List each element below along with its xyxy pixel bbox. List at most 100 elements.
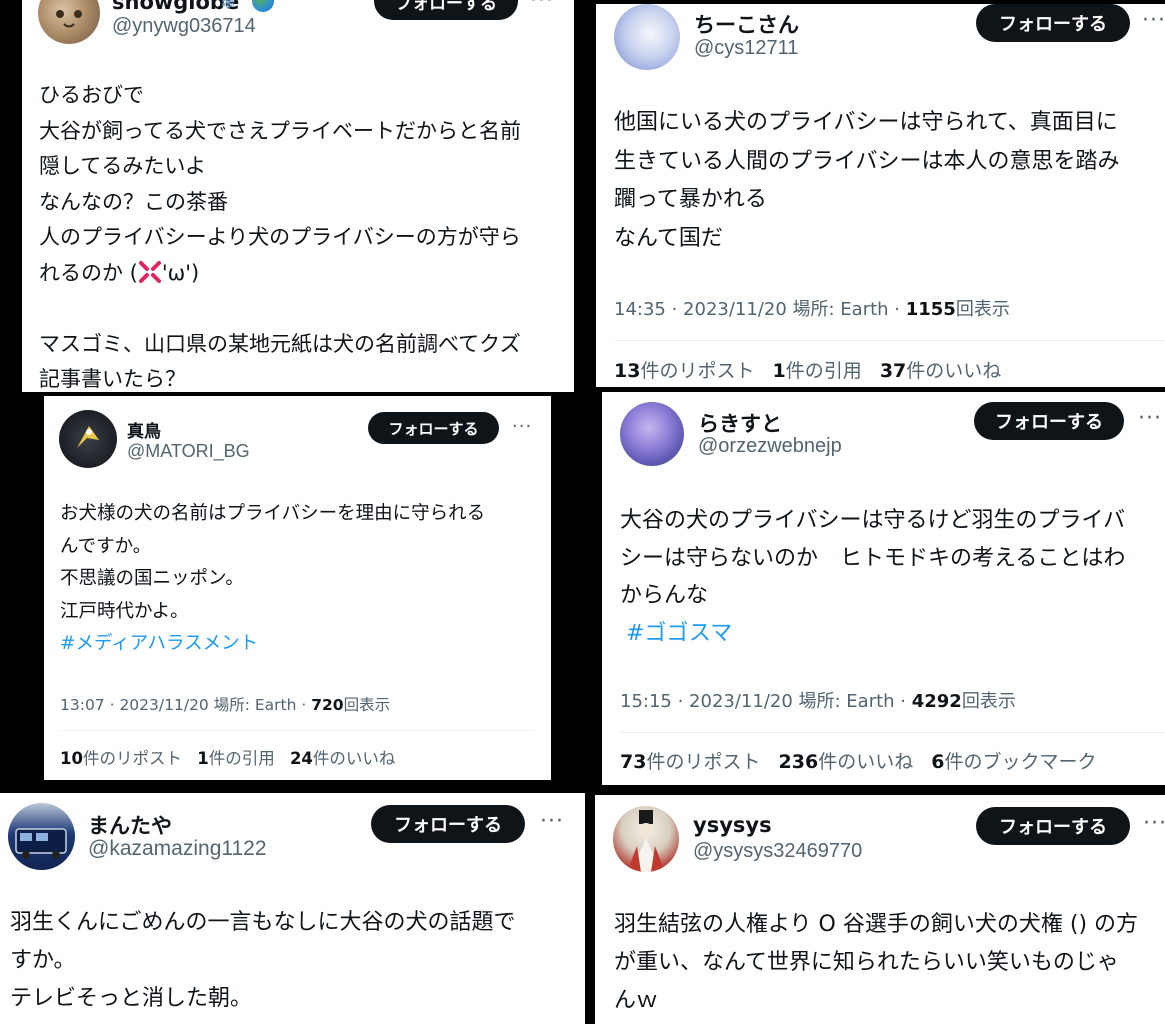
flower-avatar-icon[interactable] [614,4,680,70]
text-line: 羽生結弦の人権より O 谷選手の飼い犬の犬権 () の方 [614,912,1139,937]
stat-number: 24 [289,749,313,768]
text-line: 大谷が飼ってる犬でさえプライベートだからと名前 [39,118,521,143]
tweet-card-ysysys: ysysys @ysysys32469770 フォローする ··· 羽生結弦の人… [595,795,1165,1024]
quote-count[interactable]: 1件の引用 [197,749,274,768]
follow-button[interactable]: フォローする [974,402,1124,440]
text-line: 記事書いたら？ [39,367,186,391]
text-line: なんなの？この茶番 [39,189,228,214]
text-line: お犬様の犬の名前はプライバシーを理由に守られる [60,503,486,524]
like-count[interactable]: 236件のいいね [779,751,914,773]
like-count[interactable]: 37件のいいね [880,360,1001,382]
text-line: マスゴミ、山口県の某地元紙は犬の名前調べてクズ [39,331,521,356]
quote-count[interactable]: 1件の引用 [773,360,862,382]
tweet-card-chiko: ちーこさん @cys12711 フォローする ··· 他国にいる犬のプライバシー… [596,4,1165,387]
cat-avatar-icon[interactable] [38,0,100,44]
more-options-icon[interactable]: ··· [512,416,532,437]
text-line: 隠してるみたいよ [39,154,206,178]
author-name[interactable]: ysysys [693,813,772,837]
repost-count[interactable]: 73件のリポスト [620,751,760,773]
repost-count[interactable]: 10件のリポスト [60,749,182,768]
tweet-text: 大谷の犬のプライバシーは守るけど羽生のプライバ シーは守らないのか ヒトモドキの… [620,502,1125,652]
stat-label: 件の引用 [208,749,275,768]
author-name[interactable]: まんたや [88,810,172,840]
text-line: シーは守らないのか ヒトモドキの考えることはわ [620,545,1126,571]
text-line [39,291,521,327]
text-line: 羽生くんにごめんの一言もなしに大谷の犬の話題で [10,910,516,935]
view-label: 回表示 [343,696,391,714]
stat-label: 件のブックマーク [944,751,1097,773]
more-options-icon[interactable]: ··· [1143,811,1165,836]
stat-label: 件のいいね [312,749,396,768]
stat-number: 6 [931,751,945,773]
view-label: 回表示 [961,691,1016,712]
text-line: 生きている人間のプライバシーは本人の意思を踏み [614,148,1120,174]
like-count[interactable]: 24件のいいね [290,749,395,768]
tweet-text: お犬様の犬の名前はプライバシーを理由に守られる んですか。 不思議の国ニッポン。… [60,498,485,661]
author-handle[interactable]: @ysysys32469770 [693,840,862,863]
timestamp-location: 13:07 · 2023/11/20 場所: Earth · [60,696,312,714]
hashtag-link[interactable]: #ゴゴスマ [620,615,1125,653]
tweet-text: 羽生結弦の人権より O 谷選手の飼い犬の犬権 () の方 が重い、なんて世界に知… [614,906,1138,1020]
author-name[interactable]: ちーこさん [694,9,799,39]
tweet-meta: 13:07 · 2023/11/20 場所: Earth · 720回表示 [60,693,390,715]
view-count: 720 [311,696,344,714]
author-name[interactable]: らきすと [698,408,782,438]
text-line: れるのか ( 'ω') [39,256,521,292]
tweet-stats: 73件のリポスト 236件のいいね 6件のブックマーク [620,747,1097,774]
follow-button[interactable]: フォローする [976,807,1130,845]
author-handle[interactable]: @orzezwebnejp [698,435,842,458]
more-options-icon[interactable]: ··· [1142,8,1165,33]
follow-button[interactable]: フォローする [374,0,518,20]
text-line: 他国にいる犬のプライバシーは守られて、真面目に [614,110,1118,135]
stat-number: 236 [778,751,819,773]
divider [620,732,1165,733]
tweet-card-matori: 真鳥 @MATORI_BG フォローする ··· お犬様の犬の名前はプライバシー… [44,396,551,780]
follow-button[interactable]: フォローする [976,4,1130,42]
hydrangea-avatar-icon[interactable] [620,402,684,466]
more-options-icon[interactable]: ··· [1138,406,1162,431]
text-line: テレビそっと消した朝。 [10,986,253,1011]
repost-count[interactable]: 13件のリポスト [614,360,754,382]
text-line: 大谷の犬のプライバシーは守るけど羽生のプライバ [620,508,1126,533]
figure-avatar-icon[interactable] [613,806,679,872]
divider [614,340,1165,341]
stat-number: 1 [772,360,786,382]
text-line: なんて国だ [614,225,723,251]
author-name[interactable]: 真鳥 [127,417,161,442]
bookmark-count[interactable]: 6件のブックマーク [931,751,1096,773]
tweet-card-rakisuto: らきすと @orzezwebnejp フォローする ··· 大谷の犬のプライバシ… [602,392,1165,785]
stat-number: 1 [197,749,209,768]
text-fragment: 'ω') [161,260,200,285]
text-line: 江戸時代かよ。 [60,600,189,622]
text-line: が重い、なんて世界に知られたらいい笑いものじゃ [614,950,1119,975]
text-line: すか。 [10,948,76,973]
author-handle[interactable]: @kazamazing1122 [88,837,267,861]
tweet-meta: 14:35 · 2023/11/20 場所: Earth · 1155回表示 [614,295,1010,321]
stat-label: 件のいいね [906,360,1002,382]
follow-button[interactable]: フォローする [368,412,499,444]
more-options-icon[interactable]: ··· [530,0,554,13]
snowflake-icon: ❄ [220,0,236,14]
hashtag-link[interactable]: #メディアハラスメント [60,628,485,661]
tweet-text: 他国にいる犬のプライバシーは守られて、真面目に 生きている人間のプライバシーは本… [614,104,1120,258]
view-label: 回表示 [955,299,1010,320]
follow-button[interactable]: フォローする [371,805,525,843]
stat-label: 件のリポスト [640,360,755,382]
author-handle[interactable]: @cys12711 [694,37,798,60]
view-count: 4292 [911,691,962,712]
author-handle[interactable]: @MATORI_BG [127,441,250,462]
view-count: 1155 [905,299,956,320]
text-line: 人のプライバシーより犬のプライバシーの方が守ら [39,225,521,249]
more-options-icon[interactable]: ··· [540,809,564,834]
bus-avatar-icon[interactable] [8,803,75,870]
earth-globe-icon [252,0,274,12]
bird-avatar-icon[interactable] [59,410,117,468]
tweet-card-mantaya: まんたや @kazamazing1122 フォローする ··· 羽生くんにごめん… [0,793,585,1024]
stat-number: 73 [620,751,647,773]
text-fragment: れるのか ( [39,260,138,285]
text-line: 躙って暴かれる [614,187,767,212]
text-line: 不思議の国ニッポン。 [60,568,244,589]
tweet-stats: 13件のリポスト 1件の引用 37件のいいね [614,356,1001,383]
author-handle[interactable]: @ynywg036714 [112,15,256,38]
text-line: からんな [620,583,709,608]
